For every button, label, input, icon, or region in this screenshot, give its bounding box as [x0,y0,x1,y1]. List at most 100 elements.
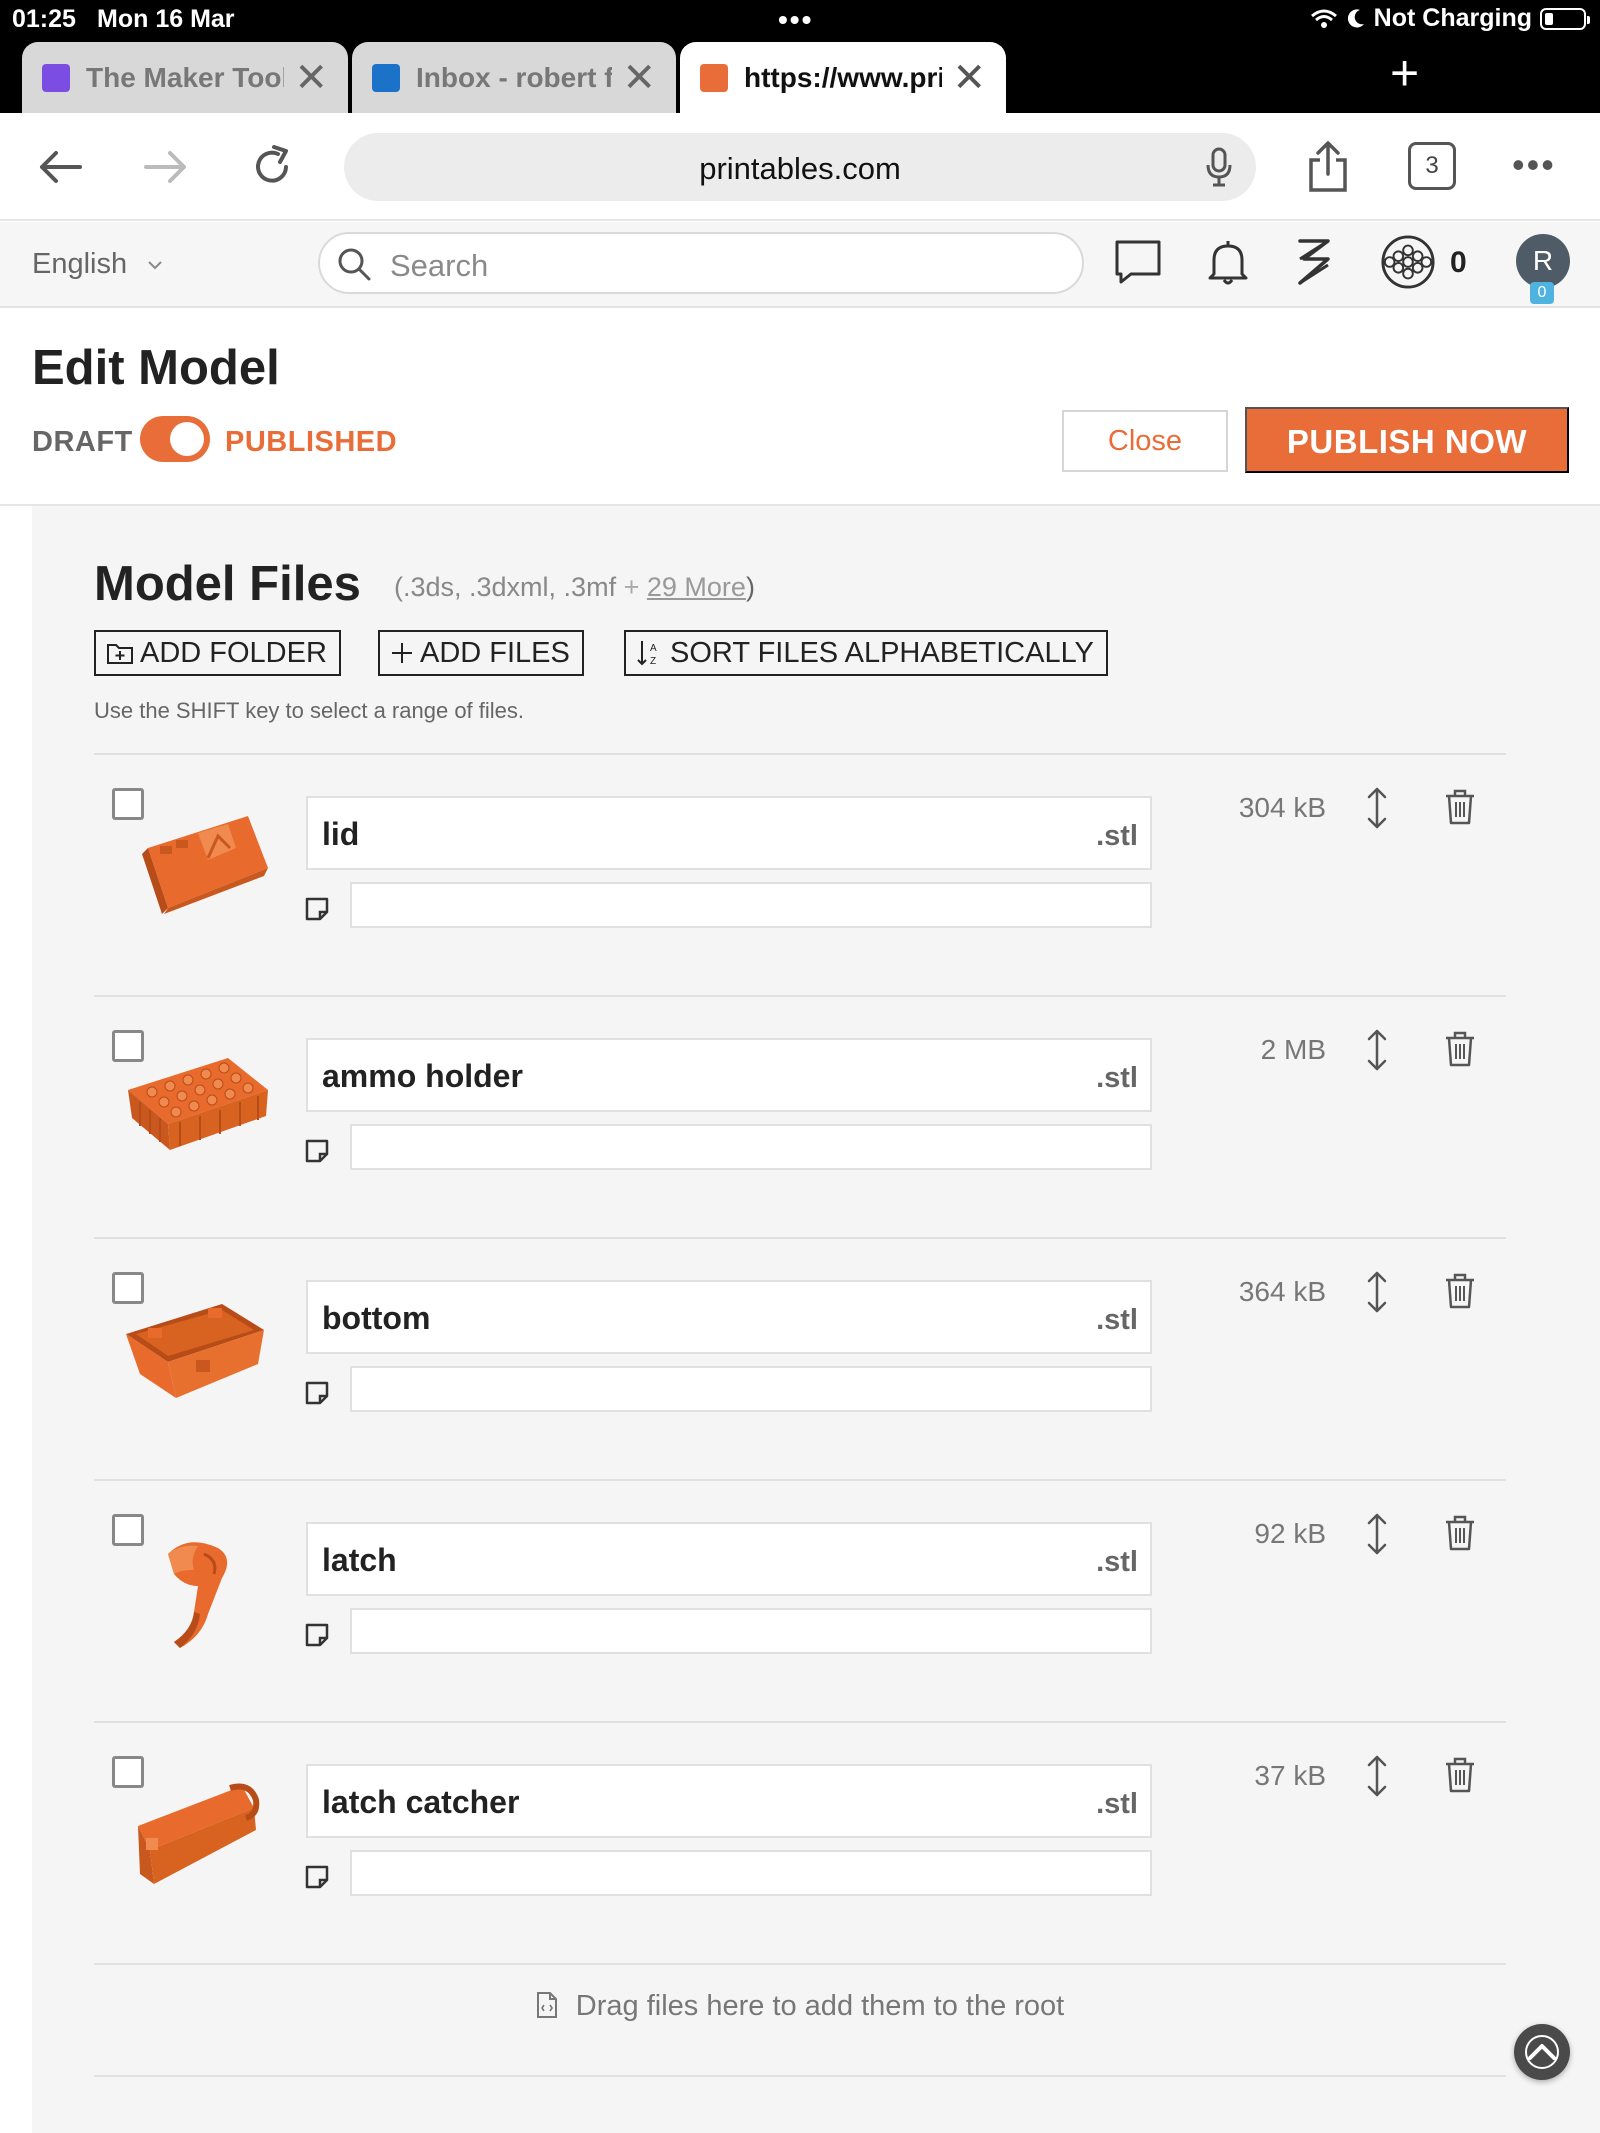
chevron-up-icon [1525,2035,1559,2069]
chat-bubble-icon [1115,240,1161,284]
back-button[interactable] [30,137,90,197]
close-tab-icon[interactable]: ✕ [952,58,986,98]
add-folder-button[interactable]: ADD FOLDER [94,630,341,676]
multitask-dots-icon[interactable]: ••• [778,4,813,36]
file-note-input[interactable] [350,1124,1152,1170]
tab-inbox[interactable]: Inbox - robert flood - Ou ✕ [352,42,676,113]
svg-text:Z: Z [650,656,656,667]
share-icon [1309,141,1347,192]
file-name-input[interactable]: lid .stl [306,796,1152,870]
note-icon [305,897,329,921]
address-bar[interactable]: printables.com [344,133,1256,201]
avatar[interactable]: R [1516,234,1570,288]
file-note-input[interactable] [350,1366,1152,1412]
file-size: 37 kB [1254,1760,1326,1791]
file-note-input[interactable] [350,882,1152,928]
status-bar: 01:25 Mon 16 Mar ••• Not Charging [0,0,1600,38]
spool-icon [1381,235,1435,289]
trash-icon[interactable] [1444,1756,1476,1794]
divider [94,995,1506,997]
supported-extensions: (.3ds, .3dxml, .3mf + 29 More) [394,572,755,603]
share-button[interactable] [1298,137,1358,197]
tab-maker-toolbox[interactable]: The Maker Toolbox: dire ✕ [22,42,348,113]
trash-icon[interactable] [1444,788,1476,826]
add-folder-label: ADD FOLDER [140,637,327,669]
drag-handle-icon[interactable] [1362,786,1392,830]
publish-toggle[interactable] [140,416,210,462]
new-tab-icon[interactable]: + [1390,48,1419,98]
file-size: 364 kB [1238,1276,1326,1307]
file-note-input[interactable] [350,1850,1152,1896]
trash-icon[interactable] [1444,1030,1476,1068]
language-selector[interactable]: English [32,248,163,281]
wifi-icon [1310,9,1337,28]
file-row-bottom: bottom .stl 364 kB [94,1252,1506,1492]
divider [94,1963,1506,1965]
trash-icon[interactable] [1444,1272,1476,1310]
points-count: 0 [1450,246,1467,279]
file-name-input[interactable]: latch catcher .stl [306,1764,1152,1838]
tab-title: Inbox - robert flood - Ou [416,61,613,93]
file-size: 2 MB [1260,1034,1326,1065]
model-thumbnail[interactable] [118,1030,268,1180]
folder-plus-icon [107,644,133,664]
tab-favicon [42,63,70,92]
forward-button[interactable] [136,137,196,197]
scroll-to-top-button[interactable] [1514,2024,1570,2080]
prusameters-button[interactable] [1380,234,1436,290]
microphone-icon[interactable] [1204,147,1234,187]
publish-now-button[interactable]: PUBLISH NOW [1245,407,1569,473]
model-thumbnail[interactable] [118,788,268,938]
tab-title: https://www.printables. [744,61,943,93]
drag-handle-icon[interactable] [1362,1270,1392,1314]
model-thumbnail[interactable] [118,1756,268,1906]
tab-favicon [700,63,728,92]
search-icon [338,248,371,281]
url-text: printables.com [699,151,901,186]
arrow-right-icon [144,151,186,183]
drag-handle-icon[interactable] [1362,1028,1392,1072]
moon-icon [1347,8,1364,27]
printables-logo-button[interactable] [1286,234,1342,290]
divider [94,753,1506,755]
close-tab-icon[interactable]: ✕ [294,58,328,98]
sort-files-button[interactable]: AZ SORT FILES ALPHABETICALLY [624,630,1108,676]
model-thumbnail[interactable] [118,1514,268,1664]
published-label[interactable]: PUBLISHED [225,426,397,459]
messages-button[interactable] [1110,234,1166,290]
sort-files-label: SORT FILES ALPHABETICALLY [670,637,1094,669]
file-name-input[interactable]: ammo holder .stl [306,1038,1152,1112]
more-options-icon[interactable]: ••• [1512,147,1556,183]
file-name: latch [322,1542,397,1578]
file-name: bottom [322,1300,431,1336]
notifications-button[interactable] [1200,234,1256,290]
close-button[interactable]: Close [1062,410,1228,472]
drop-zone[interactable]: Drag files here to add them to the root [94,1990,1506,2023]
file-extension: .stl [1096,820,1138,852]
close-tab-icon[interactable]: ✕ [622,58,656,98]
file-row-latch-catcher: latch catcher .stl 37 kB [94,1736,1506,1976]
add-files-button[interactable]: ADD FILES [378,630,584,676]
reload-button[interactable] [242,137,302,197]
drag-handle-icon[interactable] [1362,1754,1392,1798]
file-extension: .stl [1096,1546,1138,1578]
file-row-latch: latch .stl 92 kB [94,1494,1506,1734]
tab-printables[interactable]: https://www.printables. ✕ [680,42,1006,113]
search-input[interactable]: Search [318,232,1084,294]
extensions-text: (.3ds, .3dxml, .3mf [394,572,617,602]
more-extensions-link[interactable]: 29 More [647,572,746,602]
drag-handle-icon[interactable] [1362,1512,1392,1556]
file-name: ammo holder [322,1058,523,1094]
status-date: Mon 16 Mar [97,5,235,33]
trash-icon[interactable] [1444,1514,1476,1552]
file-name-input[interactable]: bottom .stl [306,1280,1152,1354]
file-note-input[interactable] [350,1608,1152,1654]
add-files-label: ADD FILES [420,637,570,669]
model-thumbnail[interactable] [118,1272,268,1422]
draft-label[interactable]: DRAFT [32,426,133,459]
tab-switcher-button[interactable]: 3 [1408,142,1456,190]
reload-icon [256,145,288,183]
file-size: 304 kB [1238,792,1326,823]
svg-text:A: A [650,643,657,654]
file-name-input[interactable]: latch .stl [306,1522,1152,1596]
